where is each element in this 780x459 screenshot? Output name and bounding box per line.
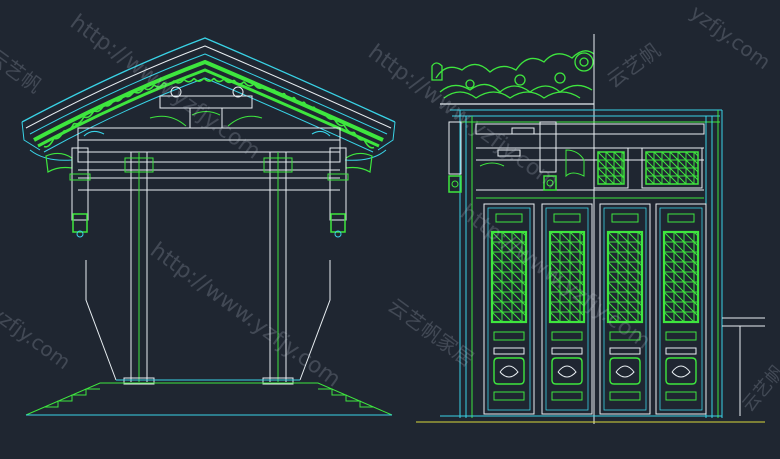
right-side-wall [722,317,765,416]
left-steps [25,382,393,416]
right-transom-panels [593,147,703,189]
door-lattice-pattern-4 [663,231,699,323]
right-facade-elevation [416,34,765,424]
door-bottom-slot-2 [551,391,583,401]
right-lintel-details [448,121,585,193]
door-lower-panel-4 [665,357,697,385]
door-top-slot-4 [667,213,695,223]
left-gable [140,86,275,129]
door-mid-rail-2 [551,347,583,355]
door-lower-panel-3 [609,357,641,385]
door-lower-carving-3 [615,365,635,378]
door-lattice-pattern-3 [607,231,643,323]
door-mid-slot-3 [609,331,641,341]
door-lower-panel-2 [551,357,583,385]
door-bottom-slot-4 [665,391,697,401]
left-hanging-posts [69,147,349,238]
door-mid-slot-2 [551,331,583,341]
door-lower-carving-2 [557,365,577,378]
door-mid-slot-1 [493,331,525,341]
door-mid-rail-3 [609,347,641,355]
right-ground [416,415,765,423]
door-mid-rail-4 [665,347,697,355]
door-top-slot-3 [611,213,639,223]
door-top-slot-2 [553,213,581,223]
right-door-leaves [483,203,707,415]
door-lattice-pattern-1 [491,231,527,323]
door-lower-panel-1 [493,357,525,385]
door-lower-carving-4 [671,365,691,378]
left-gate-elevation [21,37,396,416]
left-columns [123,152,294,385]
left-base-slopes [85,260,331,381]
door-top-slot-1 [495,213,523,223]
door-bottom-slot-1 [493,391,525,401]
cad-drawing-canvas [21,34,765,424]
door-mid-rail-1 [493,347,525,355]
door-mid-slot-4 [665,331,697,341]
right-ornate-ridge [431,50,595,105]
left-beams [77,127,341,191]
door-bottom-slot-3 [609,391,641,401]
door-lattice-pattern-2 [549,231,585,323]
door-lower-carving-1 [499,365,519,378]
